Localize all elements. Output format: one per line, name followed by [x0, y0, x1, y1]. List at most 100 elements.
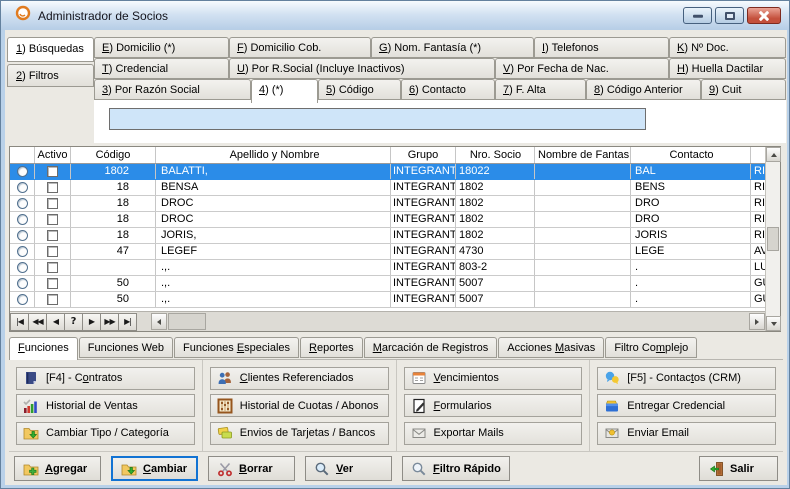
cambiar-tipo-button[interactable]: Cambiar Tipo / Categoría	[16, 422, 195, 445]
nav-fast-forward-button[interactable]: ▶▶	[100, 313, 119, 331]
envios-tarjetas-button[interactable]: Envios de Tarjetas / Bancos	[210, 422, 389, 445]
col-header-nro-socio[interactable]: Nro. Socio	[456, 147, 535, 163]
nav-fast-back-button[interactable]: ◀◀	[28, 313, 47, 331]
row-checkbox[interactable]	[47, 198, 58, 209]
col-header-contacto[interactable]: Contacto	[631, 147, 751, 163]
tab-busquedas[interactable]: 1) Búsquedas	[7, 37, 94, 62]
col-header-codigo[interactable]: Código	[71, 147, 156, 163]
tab-v-por-fecha-nac[interactable]: V) Por Fecha de Nac.	[495, 58, 669, 79]
tab-6-contacto[interactable]: 6) Contacto	[401, 79, 495, 100]
tab-filtros[interactable]: 2) Filtros	[7, 64, 94, 87]
filtro-rapido-button[interactable]: Filtro Rápido	[402, 456, 510, 481]
table-row[interactable]: 18 DROC INTEGRANT 1802 DRO RI	[10, 196, 765, 212]
table-row[interactable]: 1802 BALATTI, INTEGRANT 18022 BAL RI	[10, 164, 765, 180]
nav-prev-button[interactable]: ◀	[46, 313, 65, 331]
tab-funciones[interactable]: Funciones	[9, 337, 78, 360]
ver-button[interactable]: Ver	[305, 456, 392, 481]
tab-t-credencial[interactable]: T) Credencial	[94, 58, 229, 79]
table-row[interactable]: 50 .,. INTEGRANT 5007 . GU	[10, 292, 765, 308]
entregar-credencial-button[interactable]: Entregar Credencial	[597, 394, 776, 417]
tab-filtro-complejo[interactable]: Filtro Complejo	[605, 337, 697, 358]
row-radio[interactable]	[17, 198, 28, 209]
tab-u-por-rsocial[interactable]: U) Por R.Social (Incluye Inactivos)	[229, 58, 495, 79]
tab-funciones-web[interactable]: Funciones Web	[79, 337, 173, 358]
historial-ventas-button[interactable]: Historial de Ventas	[16, 394, 195, 417]
row-checkbox[interactable]	[47, 214, 58, 225]
tab-g-nom-fantasia[interactable]: G) Nom. Fantasía (*)	[371, 37, 534, 58]
table-row[interactable]: 47 LEGEF INTEGRANT 4730 LEGE AV	[10, 244, 765, 260]
table-row[interactable]: 18 BENSA INTEGRANT 1802 BENS RI	[10, 180, 765, 196]
close-button[interactable]	[747, 7, 781, 24]
tab-i-telefonos[interactable]: I) Telefonos	[534, 37, 669, 58]
tab-k-nro-doc[interactable]: K) Nº Doc.	[669, 37, 786, 58]
tab-reportes[interactable]: Reportes	[300, 337, 363, 358]
nav-first-button[interactable]: |◀	[10, 313, 29, 331]
vencimientos-button[interactable]: Vencimientos	[404, 367, 583, 390]
tab-f-domicilio-cob[interactable]: F) Domicilio Cob.	[229, 37, 371, 58]
enviar-email-button[interactable]: Enviar Email	[597, 422, 776, 445]
tab-h-huella-dactilar[interactable]: H) Huella Dactilar	[669, 58, 786, 79]
search-input[interactable]	[109, 108, 646, 130]
clientes-referenciados-button[interactable]: Clientes Referenciados	[210, 367, 389, 390]
h-scroll-thumb[interactable]	[168, 313, 206, 330]
table-row[interactable]: 50 .,. INTEGRANT 5007 . GU	[10, 276, 765, 292]
nav-search-button[interactable]: ?	[64, 313, 83, 331]
row-radio[interactable]	[17, 262, 28, 273]
tab-5-codigo[interactable]: 5) Código	[318, 79, 401, 100]
row-checkbox[interactable]	[47, 182, 58, 193]
table-row[interactable]: 18 DROC INTEGRANT 1802 DRO RI	[10, 212, 765, 228]
col-header-extra[interactable]	[751, 147, 765, 163]
row-radio[interactable]	[17, 278, 28, 289]
scroll-left-button[interactable]	[151, 313, 167, 330]
col-header-apellido[interactable]: Apellido y Nombre	[156, 147, 391, 163]
minimize-button[interactable]	[683, 7, 712, 24]
tab-acciones-masivas[interactable]: Acciones Masivas	[498, 337, 604, 358]
row-radio[interactable]	[17, 230, 28, 241]
tab-8-codigo-anterior[interactable]: 8) Código Anterior	[586, 79, 701, 100]
row-checkbox[interactable]	[47, 262, 58, 273]
row-checkbox[interactable]	[47, 166, 58, 177]
row-radio[interactable]	[17, 294, 28, 305]
nav-last-button[interactable]: ▶|	[118, 313, 137, 331]
v-scroll-thumb[interactable]	[767, 227, 779, 251]
tab-marcacion-registros[interactable]: Marcación de Registros	[364, 337, 498, 358]
borrar-button[interactable]: Borrar	[208, 456, 295, 481]
col-header-selector[interactable]	[10, 147, 35, 163]
agregar-button[interactable]: Agregar	[14, 456, 101, 481]
table-row[interactable]: 18 JORIS, INTEGRANT 1802 JORIS RI	[10, 228, 765, 244]
col-header-grupo[interactable]: Grupo	[391, 147, 456, 163]
col-header-fantasia[interactable]: Nombre de Fantasí	[535, 147, 631, 163]
row-radio[interactable]	[17, 182, 28, 193]
scroll-up-button[interactable]	[766, 147, 781, 162]
tab-9-cuit[interactable]: 9) Cuit	[701, 79, 786, 100]
tab-3-por-razon-social[interactable]: 3) Por Razón Social	[94, 79, 251, 100]
salir-button[interactable]: Salir	[699, 456, 778, 481]
row-checkbox[interactable]	[47, 246, 58, 257]
historial-cuotas-button[interactable]: Historial de Cuotas / Abonos	[210, 394, 389, 417]
tab-7-f-alta[interactable]: 7) F. Alta	[495, 79, 586, 100]
table-row[interactable]: .,. INTEGRANT 803-2 . LU	[10, 260, 765, 276]
scroll-down-button[interactable]	[766, 316, 781, 331]
row-radio[interactable]	[17, 214, 28, 225]
nav-next-button[interactable]: ▶	[82, 313, 101, 331]
row-checkbox[interactable]	[47, 278, 58, 289]
cell-grupo: INTEGRANT	[391, 228, 456, 243]
contratos-button[interactable]: [F4] - Contratos	[16, 367, 195, 390]
row-radio[interactable]	[17, 166, 28, 177]
titlebar[interactable]: Administrador de Socios	[1, 1, 789, 30]
tab-e-domicilio[interactable]: E) Domicilio (*)	[94, 37, 229, 58]
row-checkbox[interactable]	[47, 230, 58, 241]
formularios-button[interactable]: Formularios	[404, 394, 583, 417]
row-radio[interactable]	[17, 246, 28, 257]
h-scrollbar[interactable]	[151, 312, 765, 331]
cambiar-button[interactable]: Cambiar	[111, 456, 198, 481]
row-checkbox[interactable]	[47, 294, 58, 305]
v-scrollbar[interactable]	[765, 147, 780, 331]
maximize-button[interactable]	[715, 7, 744, 24]
tab-funciones-especiales[interactable]: Funciones Especiales	[174, 337, 299, 358]
exportar-mails-button[interactable]: Exportar Mails	[404, 422, 583, 445]
tab-4-actual[interactable]: 4) (*)	[251, 79, 318, 103]
contactos-crm-button[interactable]: [F5] - Contactos (CRM)	[597, 367, 776, 390]
col-header-activo[interactable]: Activo	[35, 147, 71, 163]
scroll-right-button[interactable]	[749, 313, 765, 330]
